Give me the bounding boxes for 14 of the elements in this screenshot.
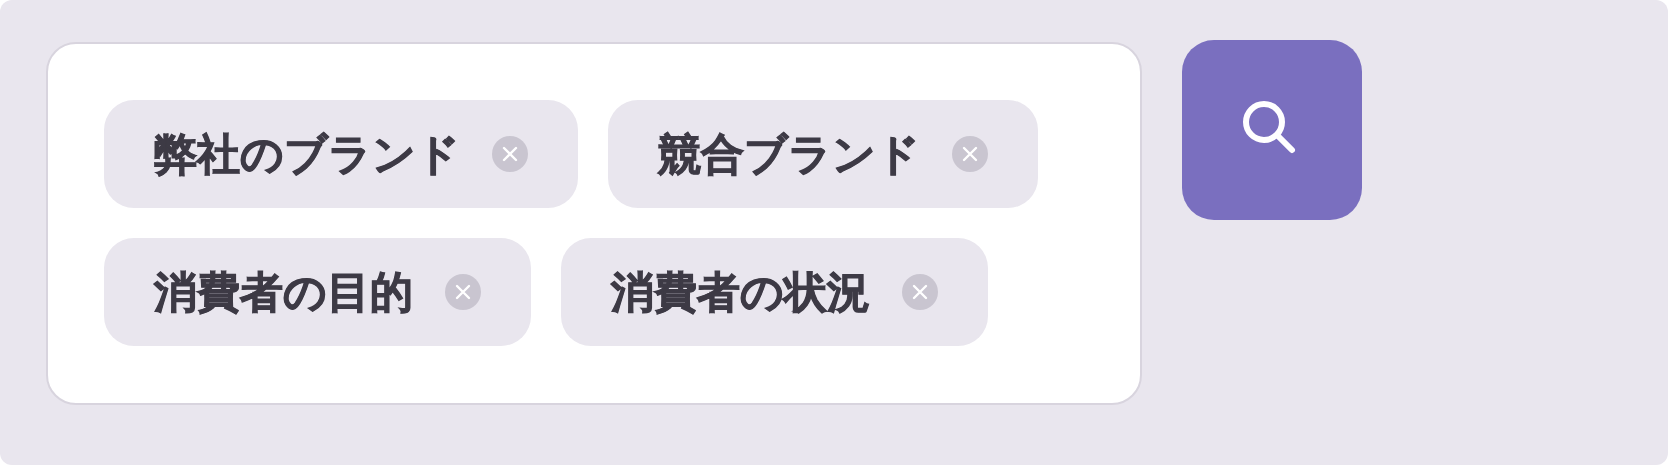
close-icon [455, 284, 471, 300]
close-icon [502, 146, 518, 162]
remove-tag-button[interactable] [445, 274, 481, 310]
close-icon [962, 146, 978, 162]
tag-label: 弊社のブランド [154, 127, 460, 181]
remove-tag-button[interactable] [952, 136, 988, 172]
tag-label: 消費者の状況 [611, 265, 870, 319]
tag-input-field[interactable]: 弊社のブランド 競合ブランド 消費者の目的 消費者の状況 [46, 42, 1142, 405]
tag-label: 競合ブランド [658, 127, 920, 181]
remove-tag-button[interactable] [492, 136, 528, 172]
search-button[interactable] [1182, 40, 1362, 220]
close-icon [912, 284, 928, 300]
tag-label: 消費者の目的 [154, 265, 413, 319]
remove-tag-button[interactable] [902, 274, 938, 310]
